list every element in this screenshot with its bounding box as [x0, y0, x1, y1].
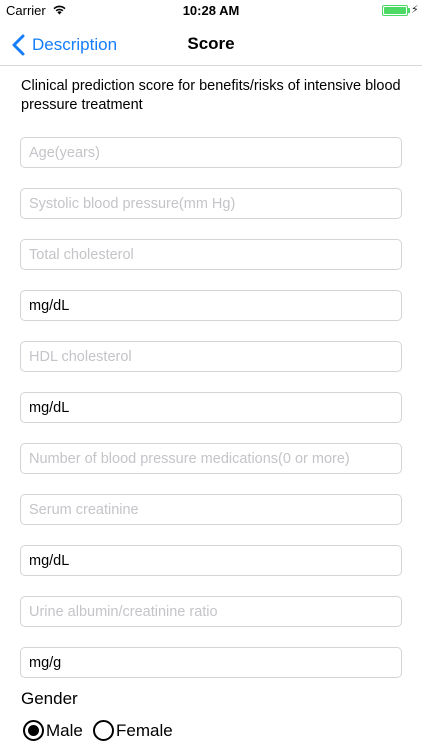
female-radio-button[interactable] [93, 720, 114, 741]
navigation-bar: Description Score [0, 22, 422, 66]
urine-albumin-ratio-unit-input[interactable] [21, 648, 401, 677]
total-cholesterol-input[interactable] [21, 240, 401, 269]
gender-label: Gender [21, 689, 78, 708]
total-cholesterol-unit-input[interactable] [21, 291, 401, 320]
charging-bolt-icon: ⚡ [411, 4, 419, 16]
score-description: Clinical prediction score for benefits/r… [21, 78, 401, 113]
urine-albumin-ratio-input[interactable] [21, 597, 401, 626]
battery-icon [382, 5, 408, 16]
hdl-cholesterol-unit-input[interactable] [21, 393, 401, 422]
female-option-label: Female [116, 720, 173, 740]
page-title: Score [187, 34, 235, 53]
hdl-cholesterol-input[interactable] [21, 342, 401, 371]
urine-albumin-ratio-unit-field[interactable] [20, 647, 402, 678]
total-cholesterol-unit-field[interactable] [20, 290, 402, 321]
clock: 10:28 AM [182, 3, 240, 18]
serum-creatinine-field[interactable] [20, 494, 402, 525]
hdl-cholesterol-unit-field[interactable] [20, 392, 402, 423]
age-field[interactable] [20, 137, 402, 168]
serum-creatinine-unit-input[interactable] [21, 546, 401, 575]
gender-option-male[interactable]: Male [23, 720, 83, 741]
total-cholesterol-field[interactable] [20, 239, 402, 270]
hdl-cholesterol-field[interactable] [20, 341, 402, 372]
male-radio-button[interactable] [23, 720, 44, 741]
serum-creatinine-input[interactable] [21, 495, 401, 524]
bp-medications-input[interactable] [21, 444, 401, 473]
urine-albumin-ratio-field[interactable] [20, 596, 402, 627]
systolic-bp-field[interactable] [20, 188, 402, 219]
systolic-bp-input[interactable] [21, 189, 401, 218]
bp-medications-field[interactable] [20, 443, 402, 474]
male-option-label: Male [46, 720, 83, 740]
status-bar: Carrier 10:28 AM ⚡ [0, 0, 422, 22]
gender-option-female[interactable]: Female [93, 720, 173, 741]
age-input[interactable] [21, 138, 401, 167]
serum-creatinine-unit-field[interactable] [20, 545, 402, 576]
battery-tip [408, 8, 410, 13]
